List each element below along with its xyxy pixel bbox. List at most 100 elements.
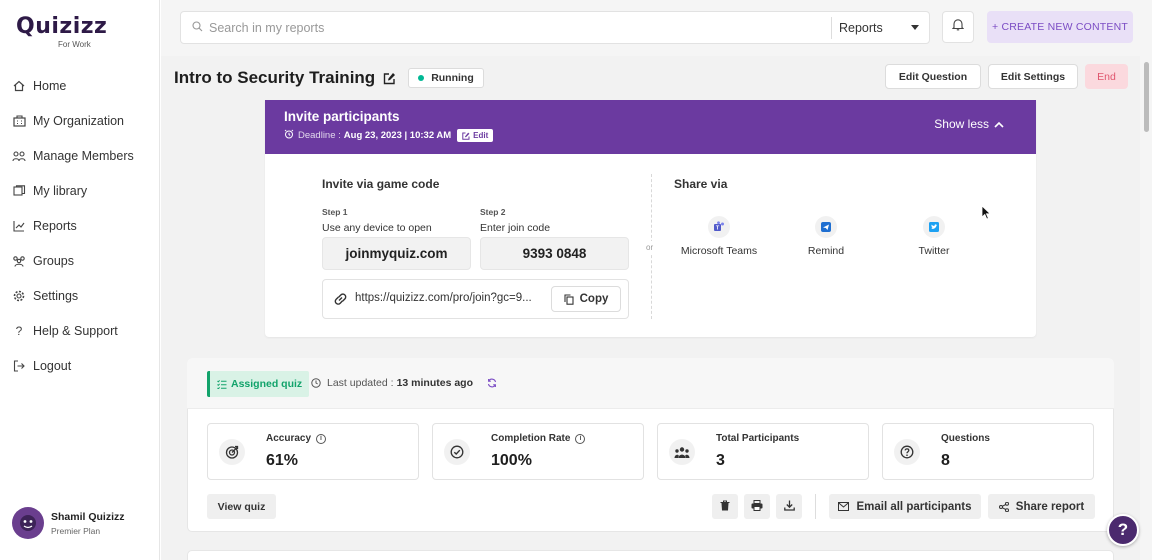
- chevron-up-icon: [994, 117, 1004, 131]
- bell-icon: [951, 18, 965, 36]
- end-button[interactable]: End: [1085, 64, 1128, 89]
- copy-link-button[interactable]: Copy: [551, 286, 621, 312]
- status-badge: Running: [408, 68, 484, 88]
- search-input[interactable]: [209, 20, 809, 35]
- invite-panel-header: Invite participants Deadline : Aug 23, 2…: [265, 100, 1036, 154]
- deadline-label: Deadline :: [298, 130, 341, 141]
- user-profile[interactable]: Shamil Quizizz Premier Plan: [12, 507, 125, 539]
- game-code-title: Invite via game code: [322, 177, 440, 191]
- email-all-participants-button[interactable]: Email all participants: [829, 494, 981, 519]
- organization-icon: [12, 114, 26, 128]
- join-link-text: https://quizizz.com/pro/join?gc=9...: [355, 292, 532, 304]
- sidebar-item-settings[interactable]: Settings: [0, 278, 160, 313]
- share-remind[interactable]: Remind: [781, 216, 871, 257]
- stat-accuracy: Accuracy i 61%: [207, 423, 419, 480]
- download-button[interactable]: [776, 494, 802, 519]
- logout-icon: [12, 359, 26, 373]
- stat-completion-rate: Completion Rate i 100%: [432, 423, 644, 480]
- sidebar-item-home[interactable]: Home: [0, 68, 160, 103]
- user-plan: Premier Plan: [51, 525, 101, 536]
- search-scope-value: Reports: [839, 21, 883, 35]
- share-label: Remind: [807, 245, 845, 257]
- trash-icon: [720, 498, 730, 516]
- sidebar-item-label: My Organization: [33, 113, 125, 128]
- info-icon[interactable]: i: [575, 433, 586, 444]
- sidebar-item-label: My library: [33, 183, 88, 198]
- mouse-cursor-icon: [981, 205, 991, 225]
- avatar: [12, 507, 44, 539]
- printer-icon: [751, 498, 763, 516]
- reports-icon: [12, 219, 26, 233]
- info-icon[interactable]: i: [316, 433, 327, 444]
- last-updated-label: Last updated :: [327, 377, 394, 389]
- or-label: or: [646, 241, 654, 254]
- delete-button[interactable]: [712, 494, 738, 519]
- sidebar-item-logout[interactable]: Logout: [0, 348, 160, 383]
- next-card-edge: [187, 550, 1114, 560]
- search-bar: Reports: [180, 11, 930, 44]
- share-report-button[interactable]: Share report: [988, 494, 1095, 519]
- sidebar-item-help-support[interactable]: ? Help & Support: [0, 313, 160, 348]
- mail-icon: [838, 502, 850, 511]
- scrollbar-thumb[interactable]: [1144, 62, 1149, 132]
- remind-icon: [815, 216, 837, 238]
- edit-deadline-label: Edit: [473, 131, 489, 140]
- refresh-icon[interactable]: [487, 378, 497, 388]
- brand-logo[interactable]: Quizizz For Work: [16, 14, 107, 49]
- sidebar-item-reports[interactable]: Reports: [0, 208, 160, 243]
- email-all-label: Email all participants: [856, 500, 972, 513]
- last-updated: Last updated : 13 minutes ago: [311, 377, 497, 389]
- download-icon: [783, 498, 795, 516]
- sidebar-item-manage-members[interactable]: Manage Members: [0, 138, 160, 173]
- question-icon: [894, 439, 920, 465]
- last-updated-value: 13 minutes ago: [396, 377, 474, 389]
- gear-icon: [12, 289, 26, 303]
- topbar: Reports + CREATE NEW CONTENT: [161, 0, 1152, 56]
- step1-label: Step 1: [322, 207, 348, 217]
- edit-settings-button[interactable]: Edit Settings: [988, 64, 1078, 89]
- sidebar-item-my-organization[interactable]: My Organization: [0, 103, 160, 138]
- help-chat-button[interactable]: ?: [1107, 514, 1139, 546]
- sidebar-item-groups[interactable]: Groups: [0, 243, 160, 278]
- deadline-value: Aug 23, 2023 | 10:32 AM: [343, 130, 452, 141]
- sidebar-item-my-library[interactable]: My library: [0, 173, 160, 208]
- print-button[interactable]: [744, 494, 770, 519]
- share-twitter[interactable]: Twitter: [889, 216, 979, 257]
- stat-value: 8: [941, 452, 950, 469]
- page-title: Intro to Security Training: [174, 68, 376, 87]
- step1-desc: Use any device to open: [322, 222, 432, 234]
- status-text: Running: [431, 72, 474, 84]
- target-icon: [219, 439, 245, 465]
- members-icon: [12, 149, 26, 163]
- view-quiz-button[interactable]: View quiz: [207, 494, 276, 519]
- join-link-box: https://quizizz.com/pro/join?gc=9... Cop…: [322, 279, 629, 319]
- stat-value: 100%: [491, 452, 532, 469]
- join-code-box: 9393 0848: [480, 237, 629, 270]
- sidebar-nav: Home My Organization Manage Members My l…: [0, 68, 160, 383]
- edit-deadline-button[interactable]: Edit: [457, 129, 494, 142]
- participants-icon: [669, 439, 695, 465]
- sidebar-item-label: Groups: [33, 253, 74, 268]
- sidebar-item-label: Reports: [33, 218, 77, 233]
- sidebar: Quizizz For Work Home My Organization Ma…: [0, 0, 160, 560]
- teams-icon: T: [708, 216, 730, 238]
- check-circle-icon: [444, 439, 470, 465]
- edit-question-button[interactable]: Edit Question: [885, 64, 981, 89]
- edit-icon: [462, 132, 470, 140]
- share-microsoft-teams[interactable]: T Microsoft Teams: [674, 216, 764, 257]
- stat-value: 61%: [266, 452, 299, 469]
- assigned-quiz-tag: Assigned quiz: [207, 371, 310, 397]
- alarm-clock-icon: [284, 129, 294, 142]
- search-scope-select[interactable]: Reports: [831, 17, 929, 39]
- show-less-toggle[interactable]: Show less: [934, 117, 1004, 131]
- show-less-label: Show less: [934, 117, 989, 131]
- notifications-button[interactable]: [942, 11, 974, 43]
- share-via-title: Share via: [674, 177, 728, 191]
- search-icon: [192, 19, 203, 37]
- brand-sub: For Work: [58, 40, 91, 49]
- twitter-icon: [923, 216, 945, 238]
- create-new-content-button[interactable]: + CREATE NEW CONTENT: [987, 11, 1133, 43]
- report-header: Intro to Security Training Running: [174, 66, 484, 90]
- share-label: Twitter: [918, 245, 950, 257]
- edit-title-icon[interactable]: [383, 72, 396, 85]
